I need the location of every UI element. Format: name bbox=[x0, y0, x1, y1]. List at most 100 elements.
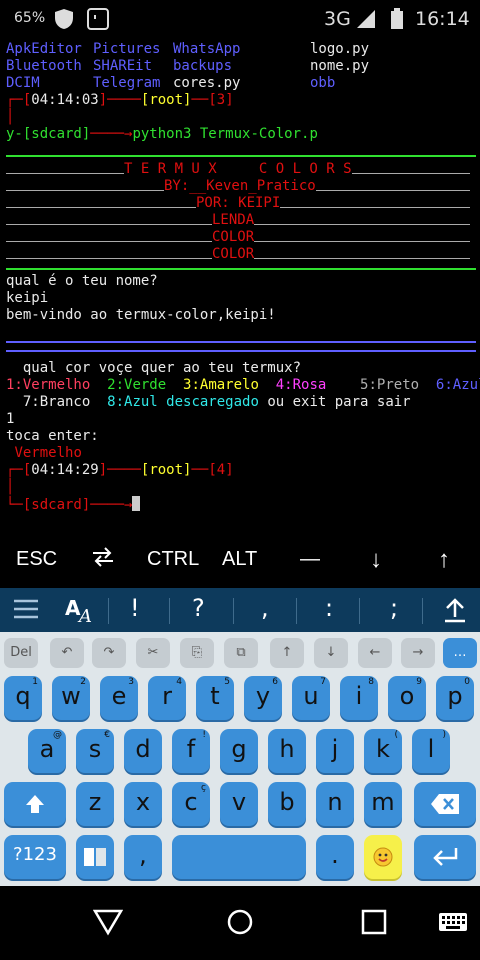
shift-key[interactable] bbox=[4, 782, 66, 826]
keyboard-icon[interactable] bbox=[438, 912, 468, 938]
tab-swap-icon[interactable] bbox=[90, 544, 116, 576]
key-n[interactable]: n bbox=[316, 782, 354, 826]
ls-row: DCIM Telegram cores.py obb bbox=[6, 75, 336, 91]
recents-icon[interactable] bbox=[360, 908, 388, 940]
ls-row: ApkEditor Pictures WhatsApp logo.py bbox=[6, 41, 370, 57]
terminal-output[interactable]: ApkEditor Pictures WhatsApp logo.py Bluetoo… bbox=[6, 41, 480, 513]
chosen-color: Vermelho bbox=[14, 445, 82, 461]
text-cursor bbox=[132, 496, 141, 511]
key-q[interactable]: q1 bbox=[4, 676, 42, 720]
backspace-icon bbox=[431, 794, 459, 814]
key-p[interactable]: p0 bbox=[436, 676, 474, 720]
key-l[interactable]: l) bbox=[412, 729, 450, 773]
emoji-icon bbox=[373, 847, 393, 867]
cursor-down-key[interactable]: ↓ bbox=[314, 638, 348, 668]
key-r[interactable]: r4 bbox=[148, 676, 186, 720]
keyboard-layout-key[interactable] bbox=[76, 835, 114, 879]
key-j[interactable]: j bbox=[316, 729, 354, 773]
emoji-key[interactable] bbox=[364, 835, 402, 879]
cursor-right-key[interactable]: → bbox=[401, 638, 435, 668]
question-color: qual cor voçe quer ao teu termux? bbox=[6, 360, 302, 376]
key-y[interactable]: y6 bbox=[244, 676, 282, 720]
extra-keys-bar: ESC CTRL ALT — ↓ ↑ bbox=[0, 534, 480, 588]
banner-bottom-separator bbox=[6, 263, 476, 273]
more-key[interactable]: … bbox=[443, 638, 477, 668]
numbers-key[interactable]: ?123 bbox=[4, 835, 66, 879]
esc-key[interactable]: ESC bbox=[16, 548, 57, 571]
key-o[interactable]: o9 bbox=[388, 676, 426, 720]
toolbar-exclaim-key[interactable]: ! bbox=[130, 594, 140, 622]
banner-por-row: POR: KEIPI bbox=[6, 195, 476, 212]
key-e[interactable]: e3 bbox=[100, 676, 138, 720]
soft-keyboard: Del ↶ ↷ ✂ ⎘ ⧉ ↑ ↓ ← → … q1 w2 e3 r4 t5 y… bbox=[0, 632, 480, 886]
key-s[interactable]: s € bbox=[76, 729, 114, 773]
command-line: y-[sdcard]────→python3 Termux-Color.p bbox=[6, 126, 318, 142]
key-m[interactable]: m bbox=[364, 782, 402, 826]
undo-key[interactable]: ↶ bbox=[50, 638, 84, 668]
delete-key[interactable]: Del bbox=[4, 638, 38, 668]
color-options-row: 1:Vermelho 2:Verde 3:Amarelo 4:Rosa 5:Pr… bbox=[6, 377, 480, 393]
down-arrow-key[interactable]: ↓ bbox=[370, 546, 382, 574]
banner-color: COLOR bbox=[212, 246, 255, 263]
keyboard-layout-icon bbox=[84, 848, 106, 866]
comma-key[interactable]: , bbox=[124, 835, 162, 879]
cursor-left-key[interactable]: ← bbox=[358, 638, 392, 668]
paste-key[interactable]: ⧉ bbox=[224, 638, 258, 668]
ctrl-key[interactable]: CTRL bbox=[147, 548, 199, 571]
banner-lenda: LENDA bbox=[212, 212, 255, 229]
enter-key[interactable] bbox=[414, 835, 476, 879]
answer-color: 1 bbox=[6, 411, 15, 427]
key-b[interactable]: b bbox=[268, 782, 306, 826]
key-g[interactable]: g bbox=[220, 729, 258, 773]
toolbar-question-key[interactable]: ? bbox=[192, 594, 205, 622]
key-x[interactable]: x bbox=[124, 782, 162, 826]
banner-por: POR: KEIPI bbox=[196, 195, 281, 212]
current-prompt[interactable]: └─[sdcard]────→ bbox=[6, 496, 476, 513]
key-k[interactable]: k( bbox=[364, 729, 402, 773]
key-a[interactable]: a @ bbox=[28, 729, 66, 773]
period-key[interactable]: . bbox=[316, 835, 354, 879]
welcome-message: bem-vindo ao termux-color,keipi! bbox=[6, 307, 276, 323]
back-icon[interactable] bbox=[92, 908, 124, 940]
prompt-line: ┌─[04:14:29]────[root]──[4] bbox=[6, 462, 234, 478]
key-t[interactable]: t5 bbox=[196, 676, 234, 720]
banner-title: T E R M U X C O L O R S bbox=[124, 161, 352, 178]
cut-key[interactable]: ✂ bbox=[136, 638, 170, 668]
keyboard-toolbar: AA ! ? , : ; bbox=[0, 588, 480, 632]
redo-key[interactable]: ↷ bbox=[92, 638, 126, 668]
prompt-line: ┌─[04:14:03]────[root]──[3] bbox=[6, 92, 234, 108]
toolbar-colon-key[interactable]: : bbox=[325, 594, 333, 622]
backspace-key[interactable] bbox=[414, 782, 476, 826]
toolbar-semicolon-key[interactable]: ; bbox=[390, 594, 398, 622]
battery-icon bbox=[390, 8, 404, 34]
cursor-up-key[interactable]: ↑ bbox=[270, 638, 304, 668]
space-key[interactable] bbox=[172, 835, 306, 879]
key-v[interactable]: v bbox=[220, 782, 258, 826]
menu-icon[interactable] bbox=[12, 597, 40, 627]
up-arrow-key[interactable]: ↑ bbox=[438, 546, 450, 574]
toolbar-comma-key[interactable]: , bbox=[261, 594, 269, 622]
key-i[interactable]: i8 bbox=[340, 676, 378, 720]
home-icon[interactable] bbox=[226, 908, 254, 940]
alt-key[interactable]: ALT bbox=[222, 548, 257, 571]
signal-icon bbox=[356, 9, 376, 33]
ls-row: Bluetooth SHAREit backups nome.py bbox=[6, 58, 370, 74]
answer-name: keipi bbox=[6, 290, 49, 306]
copy-key[interactable]: ⎘ bbox=[180, 638, 214, 668]
key-d[interactable]: d bbox=[124, 729, 162, 773]
key-h[interactable]: h bbox=[268, 729, 306, 773]
svg-text:A: A bbox=[77, 606, 92, 625]
key-u[interactable]: u7 bbox=[292, 676, 330, 720]
banner-by: BY:__Keven_Pratico bbox=[164, 178, 316, 195]
font-size-icon[interactable]: AA bbox=[64, 595, 96, 631]
clock: 16:14 bbox=[415, 8, 470, 30]
key-f[interactable]: f! bbox=[172, 729, 210, 773]
banner-lenda-row: LENDA bbox=[6, 212, 476, 229]
status-bar: 65% 3G 16:14 bbox=[0, 0, 480, 38]
key-c[interactable]: cç bbox=[172, 782, 210, 826]
key-z[interactable]: z bbox=[76, 782, 114, 826]
upload-icon[interactable] bbox=[442, 597, 468, 629]
prompt-connector: │ bbox=[6, 479, 15, 495]
key-w[interactable]: w2 bbox=[52, 676, 90, 720]
dash-key[interactable]: — bbox=[300, 548, 320, 571]
